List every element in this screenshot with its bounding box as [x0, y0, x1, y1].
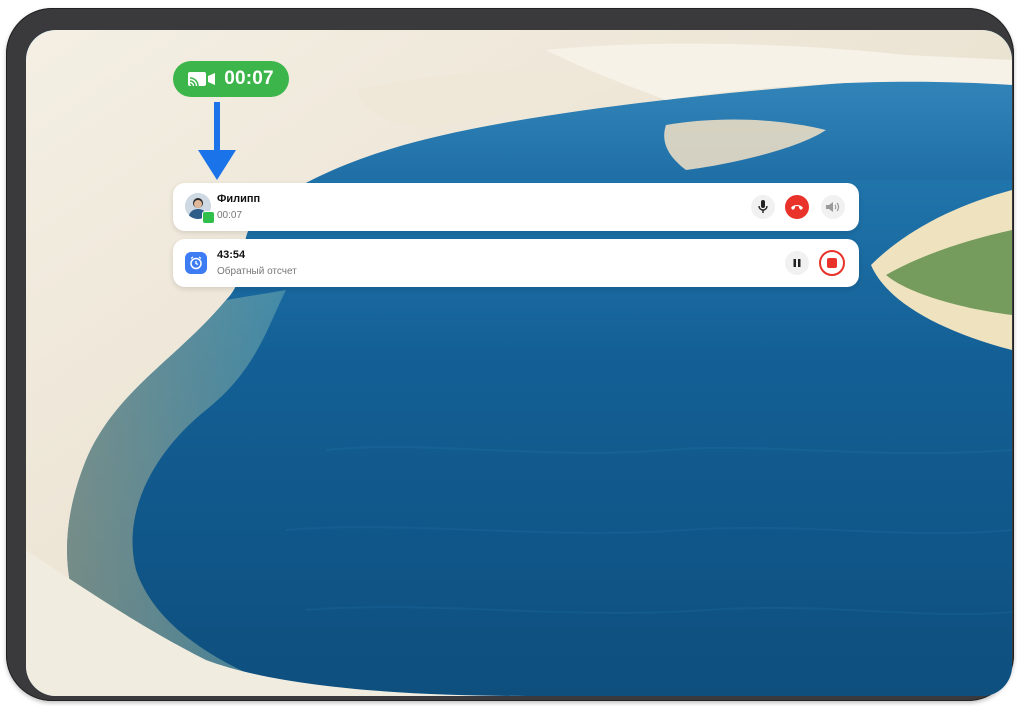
screencast-camera-icon: [188, 71, 218, 87]
screencast-status-pill[interactable]: 00:07: [173, 61, 289, 97]
call-notification-card[interactable]: Филипп 00:07: [173, 183, 859, 231]
stop-icon: [827, 258, 837, 268]
call-duration: 00:07: [217, 210, 243, 221]
call-badge-icon: [202, 211, 215, 224]
speaker-icon: [826, 202, 840, 212]
tablet-frame: 00:07 Филипп 00:07 43:54 Обратный отсчет: [6, 8, 1014, 701]
hang-up-icon: [791, 205, 803, 210]
contact-name: Филипп: [217, 193, 261, 205]
timer-icon: [185, 252, 207, 274]
wallpaper: [26, 30, 1012, 696]
home-screen: 00:07 Филипп 00:07 43:54 Обратный отсчет: [26, 30, 1012, 696]
microphone-icon: [758, 200, 768, 213]
stop-button[interactable]: [819, 250, 845, 276]
timer-time: 43:54: [217, 249, 246, 261]
pause-button[interactable]: [785, 251, 809, 275]
speaker-button[interactable]: [821, 195, 845, 219]
hang-up-button[interactable]: [785, 195, 809, 219]
timer-label: Обратный отсчет: [217, 266, 297, 277]
microphone-button[interactable]: [751, 195, 775, 219]
screencast-time: 00:07: [224, 68, 274, 89]
annotation-arrow: [198, 102, 236, 180]
timer-notification-card[interactable]: 43:54 Обратный отсчет: [173, 239, 859, 287]
pause-icon: [793, 259, 801, 267]
